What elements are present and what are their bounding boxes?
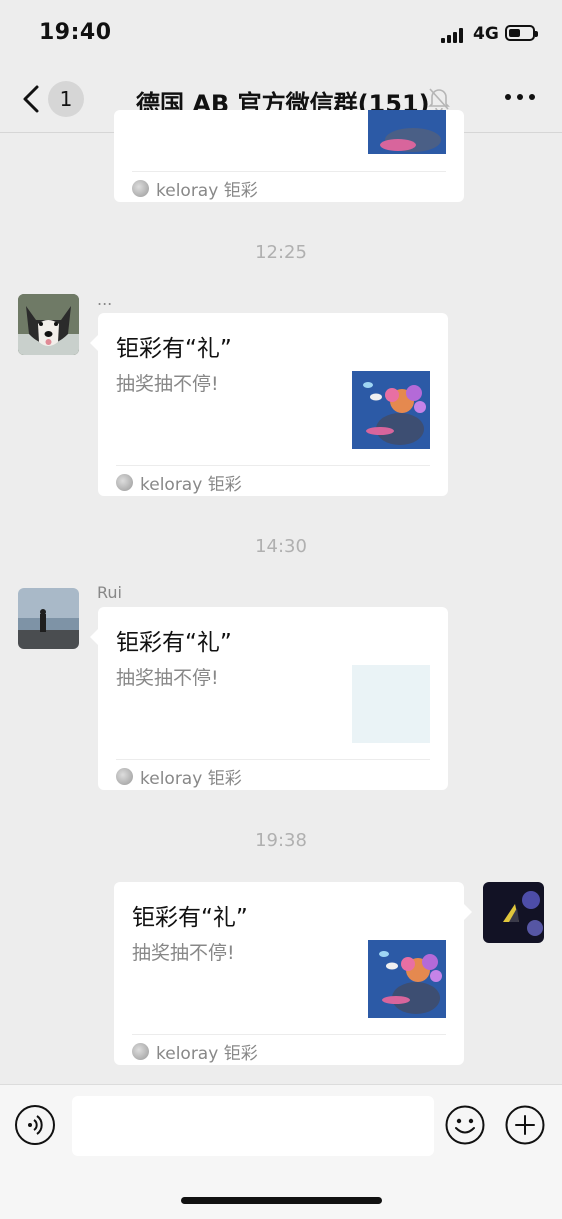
unread-count-badge[interactable]: 1 (48, 81, 84, 117)
card-source: keloray 钜彩 (116, 759, 430, 790)
card-thumbnail (352, 665, 430, 743)
more-dots-icon[interactable] (505, 94, 535, 102)
status-bar: 19:40 4G (0, 0, 562, 70)
link-card-message[interactable]: 钜彩有“礼” 抽奖抽不停! keloray 钜彩 (90, 607, 448, 790)
card-description: 抽奖抽不停! (116, 667, 219, 689)
card-title: 钜彩有“礼” (116, 630, 232, 656)
signal-icon (441, 27, 467, 43)
card-thumbnail (368, 110, 446, 154)
network-label: 4G (473, 24, 499, 44)
link-card-message[interactable]: 钜彩有“礼” 抽奖抽不停! keloray 钜彩 (114, 882, 472, 1065)
link-card-message[interactable]: 钜彩有“礼” 抽奖抽不停! keloray 钜彩 (90, 313, 448, 496)
timestamp: 12:25 (255, 242, 307, 263)
card-thumbnail (352, 371, 430, 449)
card-source: keloray 钜彩 (116, 465, 430, 496)
card-source: keloray 钜彩 (132, 1034, 446, 1065)
voice-icon[interactable] (15, 1105, 55, 1145)
link-card-message[interactable]: keloray 钜彩 (114, 110, 464, 202)
card-title: 钜彩有“礼” (132, 905, 248, 931)
card-description: 抽奖抽不停! (116, 373, 219, 395)
battery-icon (505, 25, 538, 41)
sender-name: Rui (97, 583, 122, 602)
card-source: keloray 钜彩 (132, 171, 446, 202)
plus-icon[interactable] (505, 1105, 545, 1145)
message-input[interactable] (72, 1096, 434, 1156)
chevron-left-icon[interactable] (20, 84, 46, 114)
avatar[interactable] (18, 588, 79, 649)
avatar[interactable] (483, 882, 544, 943)
emoji-icon[interactable] (445, 1105, 485, 1145)
source-logo-icon (116, 768, 133, 785)
status-time: 19:40 (39, 20, 112, 45)
avatar[interactable] (18, 294, 79, 355)
bell-off-icon (428, 88, 450, 112)
timestamp: 14:30 (255, 536, 307, 557)
source-logo-icon (116, 474, 133, 491)
timestamp: 19:38 (255, 830, 307, 851)
sender-name: ... (97, 290, 113, 309)
card-description: 抽奖抽不停! (132, 942, 235, 964)
source-logo-icon (132, 180, 149, 197)
card-thumbnail (368, 940, 446, 1018)
source-logo-icon (132, 1043, 149, 1060)
home-indicator[interactable] (181, 1197, 382, 1204)
card-title: 钜彩有“礼” (116, 336, 232, 362)
